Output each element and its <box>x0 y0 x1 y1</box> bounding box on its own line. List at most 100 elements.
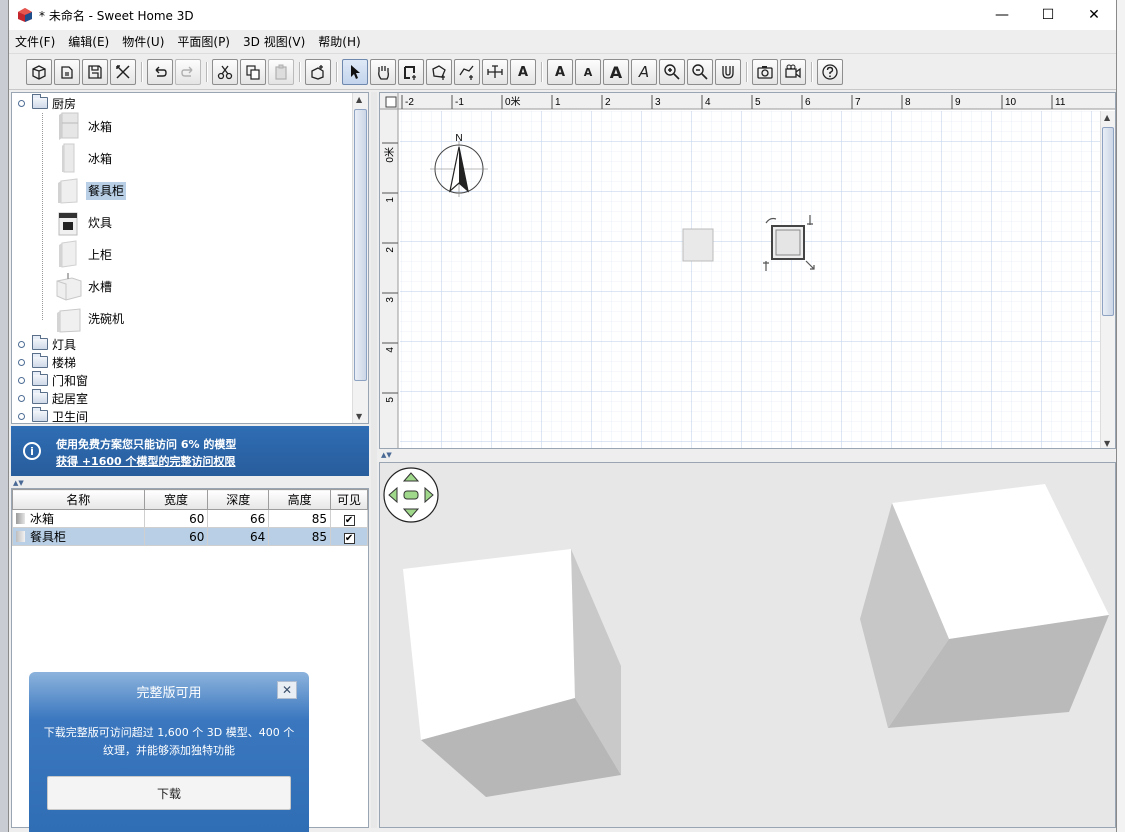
info-icon: i <box>23 442 41 460</box>
hand-icon <box>378 66 389 80</box>
column-header-depth[interactable]: 深度 <box>207 489 270 510</box>
preferences-button[interactable] <box>110 59 136 85</box>
tree-expand-handle[interactable] <box>18 413 25 420</box>
item-label: 水槽 <box>88 280 113 294</box>
category-doors-windows[interactable]: 门和窗 <box>32 371 88 389</box>
zoom-in-button[interactable] <box>659 59 685 85</box>
select-mode-button[interactable] <box>342 59 368 85</box>
cut-button[interactable] <box>212 59 238 85</box>
upgrade-link[interactable]: 获得 +1600 个模型的完整访问权限 <box>56 453 236 469</box>
furniture-catalog-tree[interactable]: 厨房 冰箱 冰箱 餐具柜 炊具 上柜 水槽 洗碗机 灯具 楼梯 门和窗 起居室 … <box>11 92 369 424</box>
cell-depth: 66 <box>207 509 270 528</box>
plan-canvas: -2 -1 0米 1 2 3 4 5 6 7 8 9 10 11 0米 1 2 3 4 5 N <box>380 93 1115 448</box>
tree-expand-handle[interactable] <box>18 341 25 348</box>
folder-icon <box>32 407 48 422</box>
polyline-icon <box>459 65 474 80</box>
redo-button[interactable] <box>175 59 201 85</box>
column-header-name[interactable]: 名称 <box>12 489 145 510</box>
lock-base-plan-icon[interactable] <box>385 96 397 108</box>
minimize-button[interactable]: — <box>979 0 1025 30</box>
3d-view[interactable] <box>379 462 1116 828</box>
maximize-button[interactable]: ☐ <box>1025 0 1071 30</box>
add-text-button[interactable]: A <box>510 59 536 85</box>
column-header-height[interactable]: 高度 <box>268 489 332 510</box>
scroll-up-arrow-icon[interactable]: ▲ <box>1104 113 1110 122</box>
plan-view[interactable]: -2 -1 0米 1 2 3 4 5 6 7 8 9 10 11 0米 1 2 3 4 5 N <box>379 92 1116 449</box>
tree-expand-handle[interactable] <box>18 100 25 107</box>
category-living-room[interactable]: 起居室 <box>32 389 88 407</box>
room-icon <box>432 65 446 80</box>
create-photo-button[interactable] <box>752 59 778 85</box>
menu-plan[interactable]: 平面图(P) <box>177 33 230 50</box>
create-rooms-button[interactable] <box>426 59 452 85</box>
bold-icon: A <box>609 62 623 82</box>
increase-text-size-button[interactable]: A <box>547 59 573 85</box>
new-home-icon <box>32 65 46 80</box>
create-video-button[interactable] <box>780 59 806 85</box>
ruler-label: 2 <box>605 97 611 108</box>
catalog-scroll-thumb[interactable] <box>354 109 367 381</box>
open-button[interactable] <box>54 59 80 85</box>
pan-mode-button[interactable] <box>370 59 396 85</box>
banner-message: 使用免费方案您只能访问 6% 的模型 <box>56 438 237 451</box>
menu-file[interactable]: 文件(F) <box>15 33 55 50</box>
close-button[interactable]: ✕ <box>1071 0 1117 30</box>
menu-3d-view[interactable]: 3D 视图(V) <box>243 33 305 50</box>
save-button[interactable] <box>82 59 108 85</box>
plan-scrollbar[interactable]: ▲ ▼ <box>1100 111 1115 448</box>
ruler-label: 3 <box>385 297 396 303</box>
category-lights[interactable]: 灯具 <box>32 335 76 353</box>
create-polylines-button[interactable] <box>454 59 480 85</box>
menu-edit[interactable]: 编辑(E) <box>68 33 109 50</box>
ruler-label: 4 <box>705 97 711 108</box>
cell-height: 85 <box>268 527 332 546</box>
zoom-out-button[interactable] <box>687 59 713 85</box>
table-row[interactable]: 餐具柜 60 64 85 ✔ <box>12 527 368 546</box>
menu-help[interactable]: 帮助(H) <box>318 33 360 50</box>
import-furniture-button[interactable] <box>715 59 741 85</box>
open-icon <box>61 66 73 79</box>
bold-text-button[interactable]: A <box>603 59 629 85</box>
table-row[interactable]: 冰箱 60 66 85 ✔ <box>12 509 368 528</box>
menu-bar: 文件(F) 编辑(E) 物件(U) 平面图(P) 3D 视图(V) 帮助(H) <box>9 30 1116 52</box>
add-furniture-button[interactable] <box>305 59 331 85</box>
help-button[interactable] <box>817 59 843 85</box>
plan-scroll-thumb[interactable] <box>1102 127 1114 316</box>
decrease-text-size-button[interactable]: A <box>575 59 601 85</box>
navigation-control[interactable] <box>383 467 439 523</box>
scroll-down-arrow-icon[interactable]: ▼ <box>1104 439 1110 448</box>
undo-button[interactable] <box>147 59 173 85</box>
new-home-button[interactable] <box>26 59 52 85</box>
ruler-label: 9 <box>955 97 961 108</box>
item-label: 冰箱 <box>88 120 113 134</box>
splitter-arrows-icon[interactable]: ▲▼ <box>13 479 24 487</box>
tree-expand-handle[interactable] <box>18 395 25 402</box>
text-icon: A <box>517 64 529 80</box>
visible-checkbox[interactable]: ✔ <box>343 514 355 526</box>
promo-close-button[interactable]: ✕ <box>277 681 297 699</box>
visible-checkbox[interactable]: ✔ <box>343 532 355 544</box>
column-header-visible[interactable]: 可见 <box>330 489 368 510</box>
category-bathroom[interactable]: 卫生间 <box>32 407 88 423</box>
tree-expand-handle[interactable] <box>18 377 25 384</box>
category-stairs[interactable]: 楼梯 <box>32 353 76 371</box>
window-title: * 未命名 - Sweet Home 3D <box>39 9 194 23</box>
download-button[interactable]: 下载 <box>47 776 291 810</box>
vertical-splitter[interactable] <box>371 92 377 828</box>
create-dimensions-button[interactable] <box>482 59 508 85</box>
nav-center-icon[interactable] <box>403 490 419 500</box>
copy-button[interactable] <box>240 59 266 85</box>
scroll-down-arrow-icon[interactable]: ▼ <box>356 412 362 421</box>
tree-expand-handle[interactable] <box>18 359 25 366</box>
italic-text-button[interactable]: A <box>631 59 657 85</box>
create-walls-button[interactable] <box>398 59 424 85</box>
plan-piece-fridge[interactable] <box>682 228 714 262</box>
menu-furniture[interactable]: 物件(U) <box>122 33 164 50</box>
column-header-width[interactable]: 宽度 <box>143 489 209 510</box>
splitter-arrows-icon[interactable]: ▲▼ <box>381 451 392 459</box>
catalog-scrollbar[interactable]: ▲ ▼ <box>352 93 368 423</box>
category-kitchen[interactable]: 厨房 <box>32 94 76 112</box>
scroll-up-arrow-icon[interactable]: ▲ <box>356 95 362 104</box>
ruler-label: -2 <box>405 97 414 108</box>
paste-button[interactable] <box>268 59 294 85</box>
